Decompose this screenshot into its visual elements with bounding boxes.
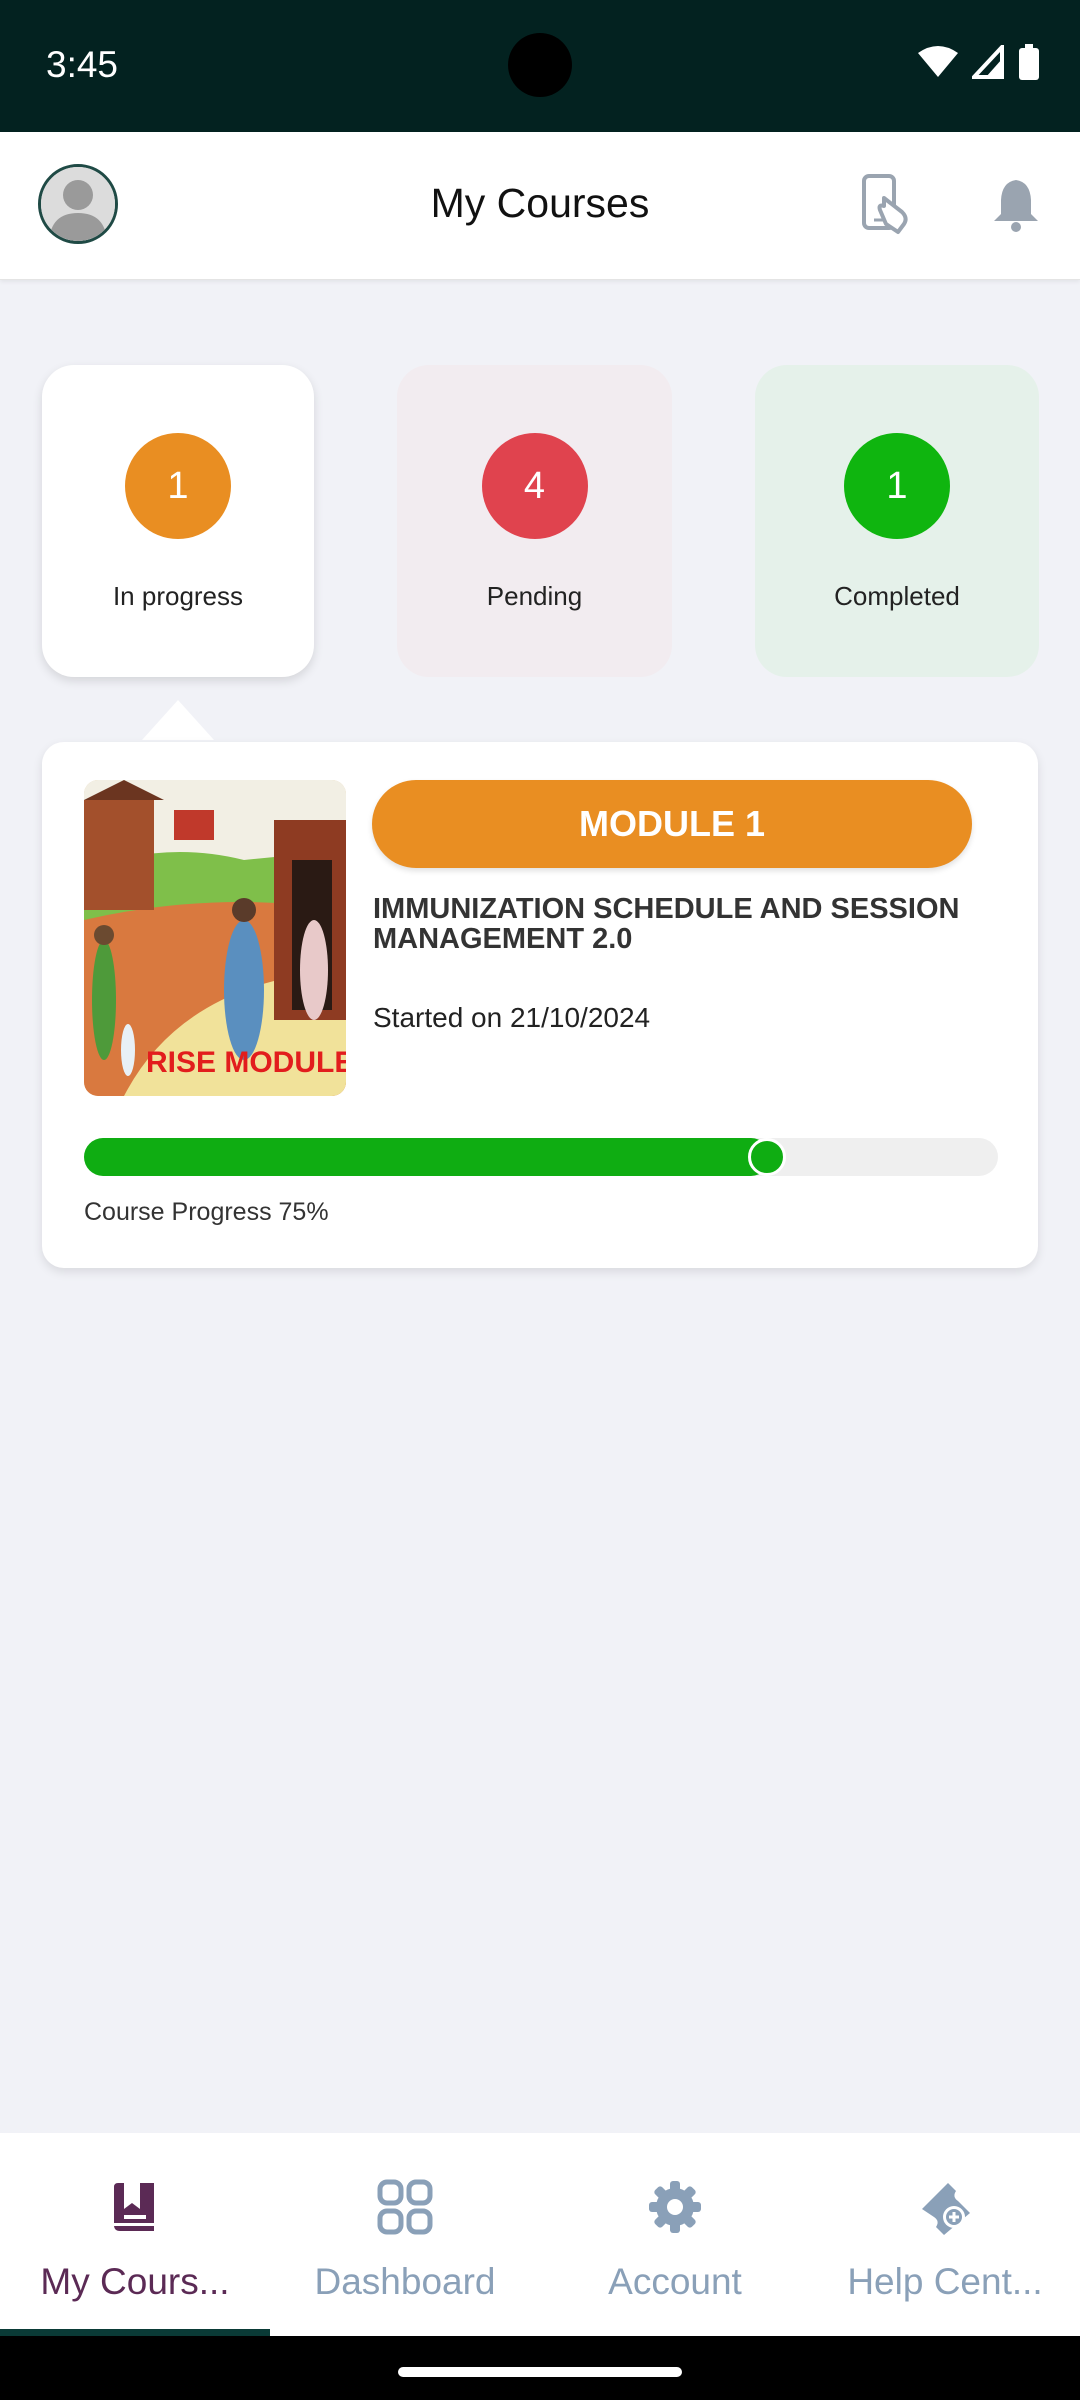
course-progress-bar (84, 1138, 998, 1176)
progress-knob (747, 1138, 786, 1176)
gear-icon (647, 2175, 703, 2239)
camera-cutout (508, 33, 572, 97)
signal-icon (972, 45, 1004, 79)
count-badge: 1 (844, 433, 950, 539)
ticket-icon (916, 2175, 974, 2239)
course-card[interactable]: RISE MODULE - 1 MODULE 1 IMMUNIZATION SC… (42, 742, 1038, 1268)
active-nav-indicator (0, 2329, 270, 2336)
stat-label: Pending (486, 581, 583, 611)
status-bar: 3:45 (0, 0, 1080, 132)
course-progress-label: Course Progress 75% (84, 1198, 329, 1226)
nav-label: My Cours... (40, 2261, 230, 2302)
stat-label: In progress (112, 581, 244, 611)
phone-touch-icon[interactable] (856, 172, 920, 241)
status-icons (918, 44, 1040, 80)
nav-label: Account (608, 2261, 742, 2302)
nav-account[interactable]: Account (540, 2133, 810, 2336)
nav-help-center[interactable]: Help Cent... (810, 2133, 1080, 2336)
status-time: 3:45 (46, 44, 119, 85)
stat-card-in-progress[interactable]: 1 In progress (42, 365, 314, 677)
count-badge: 4 (481, 433, 588, 539)
module-button[interactable]: MODULE 1 (372, 780, 972, 868)
nav-my-courses[interactable]: My Cours... (0, 2133, 270, 2336)
nav-label: Dashboard (314, 2261, 496, 2302)
nav-dashboard[interactable]: Dashboard (270, 2133, 540, 2336)
book-icon (110, 2175, 160, 2239)
bell-icon[interactable] (986, 174, 1046, 239)
bottom-nav: My Cours... Dashboard Account Help Cent.… (0, 2133, 1080, 2336)
stat-card-completed[interactable]: 1 Completed (755, 365, 1039, 677)
course-start-date: Started on 21/10/2024 (373, 1002, 651, 1033)
progress-fill (84, 1138, 770, 1176)
nav-label: Help Cent... (847, 2261, 1043, 2302)
thumbnail-title: RISE MODULE - 1 (146, 1046, 346, 1079)
course-title: IMMUNIZATION SCHEDULE AND SESSION MANAGE… (373, 893, 960, 955)
gesture-handle[interactable] (398, 2367, 682, 2377)
selected-tab-pointer (142, 700, 214, 740)
stat-card-pending[interactable]: 4 Pending (397, 365, 672, 677)
course-thumbnail: RISE MODULE - 1 (84, 780, 346, 1096)
app-bar: My Courses (0, 132, 1080, 280)
wifi-icon (918, 46, 958, 77)
battery-icon (1019, 44, 1039, 80)
stat-label: Completed (834, 581, 960, 611)
count-badge: 1 (125, 433, 231, 539)
grid-icon (377, 2175, 433, 2239)
